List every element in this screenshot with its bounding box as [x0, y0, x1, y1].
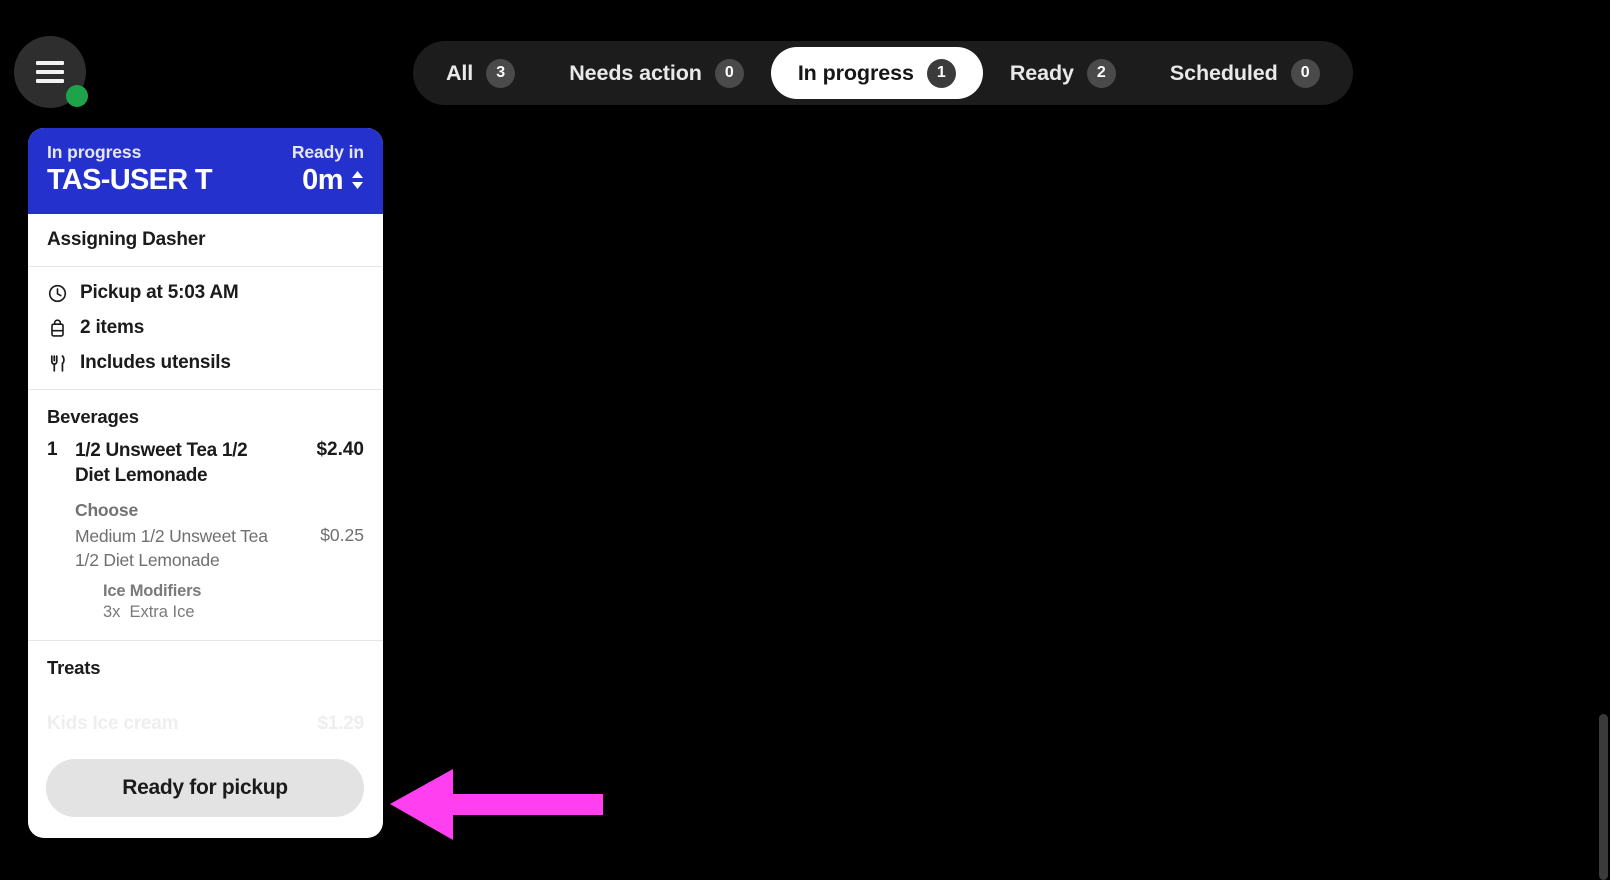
ready-in-label: Ready in — [291, 142, 364, 162]
sub-modifier-name: Extra Ice — [129, 603, 195, 622]
clock-icon — [47, 283, 67, 303]
tab-all[interactable]: All 3 — [419, 47, 542, 99]
category-title: Beverages — [47, 406, 139, 427]
tab-scheduled[interactable]: Scheduled 0 — [1143, 47, 1347, 99]
tab-in-progress-count: 1 — [926, 58, 956, 88]
tab-in-progress[interactable]: In progress 1 — [770, 47, 983, 99]
annotation-arrow-icon — [390, 769, 603, 840]
chevron-up-down-icon — [351, 171, 364, 190]
modifier-name: Medium 1/2 Unsweet Tea 1/2 Diet Lemonade — [75, 526, 268, 571]
app-root: All 3 Needs action 0 In progress 1 Ready… — [0, 0, 1610, 880]
tab-ready-count: 2 — [1086, 58, 1116, 88]
order-status-tabbar: All 3 Needs action 0 In progress 1 Ready… — [413, 41, 1353, 105]
tab-ready[interactable]: Ready 2 — [983, 47, 1143, 99]
order-item: 1 1/2 Unsweet Tea 1/2 Diet Lemonade $2.4… — [47, 439, 364, 622]
pickup-time-text: Pickup at 5:03 AM — [80, 282, 239, 303]
item-name: 1/2 Unsweet Tea 1/2 Diet Lemonade — [75, 440, 248, 486]
tab-scheduled-count: 0 — [1290, 58, 1320, 88]
tab-ready-label: Ready — [1009, 60, 1074, 85]
sub-modifier-quantity: 3x — [103, 603, 121, 622]
sub-modifier-group: Ice Modifiers 3x Extra Ice — [75, 582, 364, 622]
sub-modifier-group-title: Ice Modifiers — [103, 582, 202, 601]
utensils-text: Includes utensils — [80, 352, 231, 373]
tab-needs-action[interactable]: Needs action 0 — [542, 47, 771, 99]
tab-all-count: 3 — [486, 58, 516, 88]
ready-in-stepper[interactable]: 0m — [302, 164, 364, 197]
dasher-status-text: Assigning Dasher — [47, 229, 206, 250]
modifier-group: Choose Medium 1/2 Unsweet Tea 1/2 Diet L… — [75, 500, 364, 622]
category-title: Treats — [47, 657, 101, 679]
order-card-header: In progress Ready in TAS-USER T 0m — [28, 128, 383, 214]
vertical-scrollbar[interactable] — [1599, 714, 1608, 880]
modifier-group-title: Choose — [75, 500, 138, 521]
item-name: Kids Ice cream — [47, 713, 179, 735]
order-item: Kids Ice cream $1.29 — [47, 713, 364, 735]
item-quantity: 1 — [47, 439, 58, 460]
online-green-dot-icon — [66, 85, 88, 107]
sub-modifier-row: 3x Extra Ice — [103, 603, 364, 622]
hamburger-menu-icon — [36, 61, 64, 83]
tab-all-label: All — [446, 60, 474, 85]
ready-for-pickup-button[interactable]: Ready for pickup — [46, 759, 364, 817]
order-id: TAS-USER T — [47, 164, 213, 196]
meta-row-utensils: Includes utensils — [47, 352, 364, 374]
category-treats: Treats Kids Ice cream $1.29 — [28, 641, 383, 753]
category-beverages: Beverages 1 1/2 Unsweet Tea 1/2 Diet Lem… — [28, 390, 383, 642]
item-price: $1.29 — [317, 713, 364, 735]
order-card[interactable]: In progress Ready in TAS-USER T 0m Assig… — [28, 128, 383, 838]
bag-icon — [47, 318, 67, 338]
item-price: $2.40 — [316, 439, 364, 460]
dasher-status-section: Assigning Dasher — [28, 214, 383, 267]
utensils-icon — [47, 353, 67, 373]
tab-needs-action-count: 0 — [714, 58, 744, 88]
modifier-price: $0.25 — [320, 525, 364, 546]
tab-in-progress-label: In progress — [797, 60, 914, 85]
hamburger-menu-button[interactable] — [14, 36, 88, 108]
tab-scheduled-label: Scheduled — [1169, 60, 1278, 85]
ready-in-value: 0m — [302, 164, 343, 196]
item-count-text: 2 items — [80, 317, 145, 338]
order-meta-section: Pickup at 5:03 AM 2 items Includes utens… — [28, 267, 383, 390]
meta-row-pickup-time: Pickup at 5:03 AM — [47, 282, 364, 304]
tab-needs-action-label: Needs action — [569, 60, 702, 85]
order-status-label: In progress — [47, 142, 142, 162]
meta-row-item-count: 2 items — [47, 317, 364, 339]
